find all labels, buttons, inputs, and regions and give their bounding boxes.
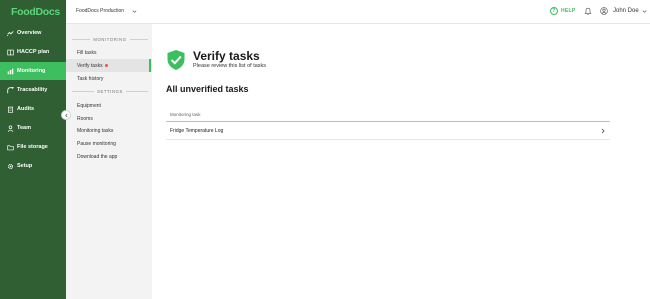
collapse-sidebar-button[interactable] [61,110,71,120]
divider [72,90,95,92]
sidebar-item-label: Audits [17,106,35,112]
subnav-item-pause-monitoring[interactable]: Pause monitoring [66,137,152,150]
bell-icon[interactable] [584,7,592,15]
subnav-item-equipment[interactable]: Equipment [66,99,152,112]
sidebar-item-label: Overview [17,30,42,36]
task-name: Fridge Temperature Log [170,127,224,134]
chart-icon [6,67,14,75]
alert-dot [104,64,108,67]
subnav-item-monitoring-tasks[interactable]: Monitoring tasks [66,124,152,137]
organization-name: FoodDocs Production [76,8,125,14]
divider [72,38,91,40]
sidebar-item-label: Traceability [17,87,48,93]
app-window: FoodDocs Overview HACCP plan Monitoring … [0,0,650,299]
sidebar-item-haccp-plan[interactable]: HACCP plan [0,43,66,61]
table-header: Monitoring task [166,108,610,122]
chevron-down-icon [642,9,647,13]
settings-section-heading: SETTINGS [72,87,148,95]
sidebar-item-monitoring[interactable]: Monitoring [0,62,66,80]
page-subtitle: Please review this list of tasks [193,63,267,69]
overview-icon [6,29,14,37]
section-title: All unverified tasks [166,84,249,94]
divider [125,90,148,92]
organization-selector[interactable]: FoodDocs Production [76,8,137,14]
user-menu[interactable]: John Doe [600,7,647,15]
chevron-right-icon [601,128,605,134]
sidebar-item-overview[interactable]: Overview [0,24,66,42]
table-row[interactable]: Fridge Temperature Log [166,122,610,140]
subnav-item-verify-tasks[interactable]: Verify tasks [66,59,152,72]
active-indicator [149,59,151,72]
sidebar-item-label: Monitoring [17,68,46,74]
top-bar: FoodDocs Production ? HELP John Doe [66,0,650,24]
sidebar-item-traceability[interactable]: Traceability [0,81,66,99]
folder-icon [6,143,14,151]
user-name: John Doe [613,8,639,14]
sidebar-item-setup[interactable]: Setup [0,157,66,175]
sidebar-item-label: File storage [17,144,48,150]
shield-check-icon [167,50,185,70]
person-icon [6,124,14,132]
subnav-item-task-history[interactable]: Task history [66,72,152,85]
sidebar-item-label: Team [17,125,31,131]
sidebar-item-label: HACCP plan [17,49,50,55]
sidebar-item-file-storage[interactable]: File storage [0,138,66,156]
sidebar-item-audits[interactable]: Audits [0,100,66,118]
monitoring-subnav: MONITORING Fill tasks Verify tasks Task … [66,24,152,299]
help-button[interactable]: ? HELP [550,7,576,15]
sidebar: FoodDocs Overview HACCP plan Monitoring … [0,0,66,299]
help-label: HELP [561,8,576,14]
gear-icon [6,162,14,170]
avatar-icon [600,7,608,15]
clipboard-icon [6,105,14,113]
fooddocs-logo[interactable]: FoodDocs [11,6,60,18]
traceability-icon [6,86,14,94]
monitoring-section-heading: MONITORING [72,35,148,43]
sidebar-item-team[interactable]: Team [0,119,66,137]
column-header-monitoring-task: Monitoring task [170,112,201,117]
sidebar-item-label: Setup [17,163,33,169]
help-icon: ? [550,7,558,15]
chevron-down-icon [132,9,137,13]
page-title: Verify tasks [193,49,260,63]
subnav-item-fill-tasks[interactable]: Fill tasks [66,46,152,59]
subnav-item-download-app[interactable]: Download the app [66,150,152,163]
divider [129,38,148,40]
book-icon [6,48,14,56]
chevron-left-icon [64,113,68,117]
